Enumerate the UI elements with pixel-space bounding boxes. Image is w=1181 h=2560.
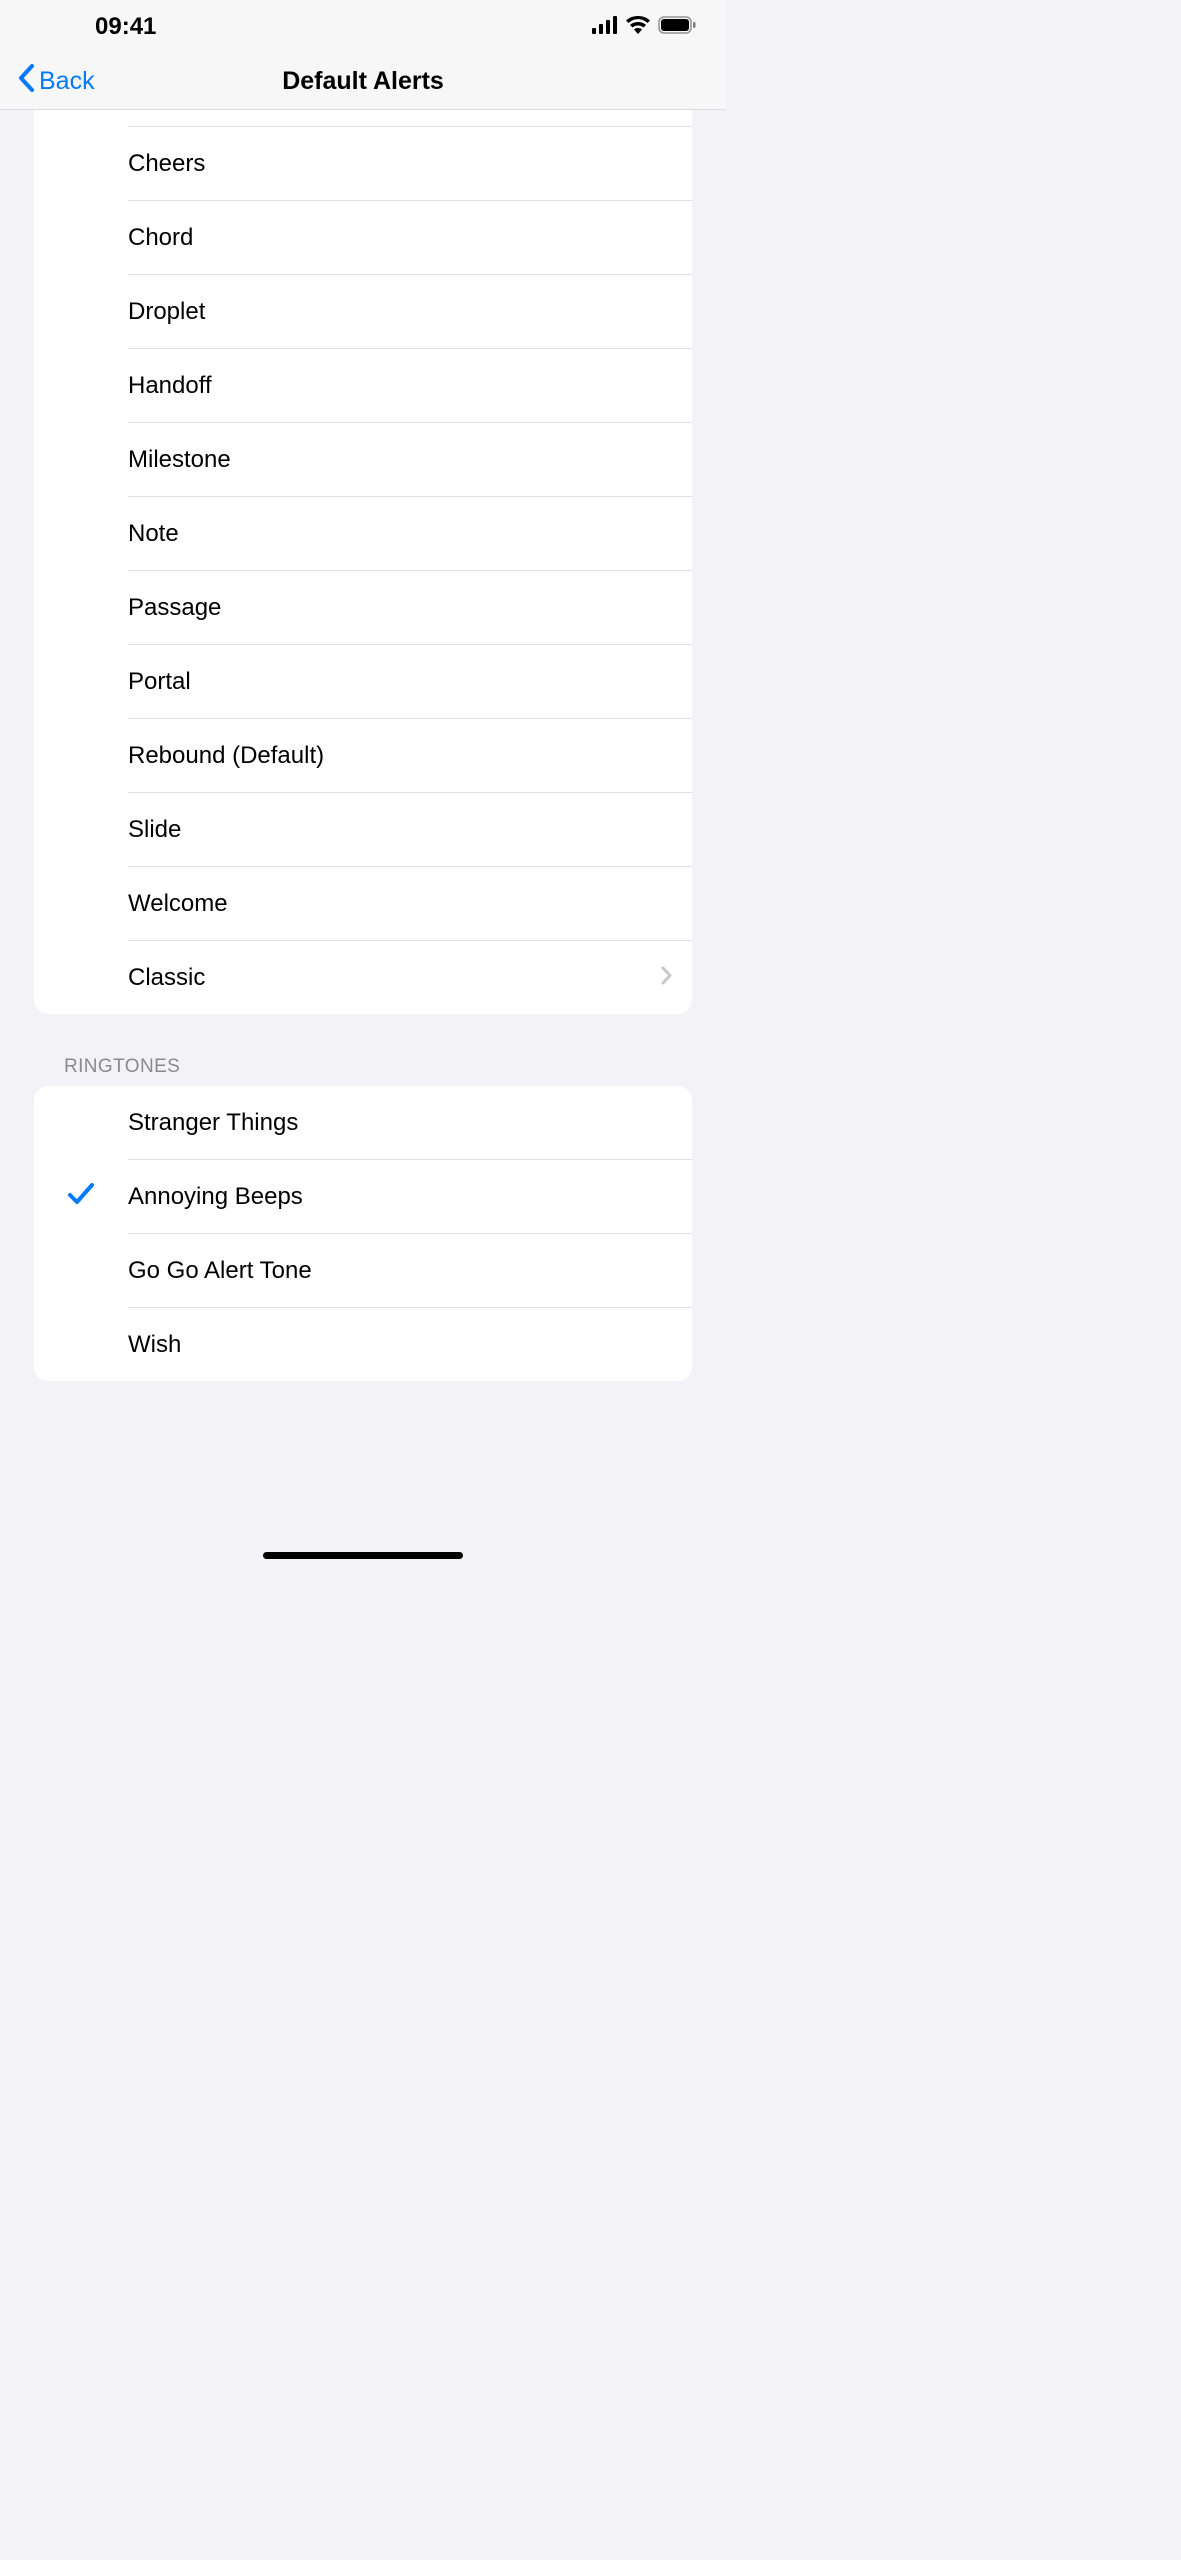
alert-tone-label: Handoff <box>128 372 672 400</box>
ringtone-label: Go Go Alert Tone <box>128 1257 672 1285</box>
alert-tone-label: Cheers <box>128 150 672 178</box>
wifi-icon <box>626 16 650 39</box>
alert-tone-label: Chord <box>128 224 672 252</box>
ringtones-section-header: RINGTONES <box>34 1014 692 1086</box>
classic-item[interactable]: Classic <box>34 941 692 1014</box>
alert-tone-label: Milestone <box>128 446 672 474</box>
alert-tone-label: Classic <box>128 964 661 992</box>
ringtones-group: Stranger Things Annoying Beeps Go Go Ale… <box>34 1086 692 1381</box>
alert-tone-label: Portal <box>128 668 672 696</box>
list-item[interactable]: Welcome <box>34 867 692 940</box>
ringtone-label: Wish <box>128 1331 672 1359</box>
status-time: 09:41 <box>95 13 156 41</box>
list-item[interactable]: Go Go Alert Tone <box>34 1234 692 1307</box>
checkmark-icon <box>67 1182 95 1211</box>
battery-icon <box>658 16 696 39</box>
alert-tone-label: Droplet <box>128 298 672 326</box>
chevron-left-icon <box>18 64 35 99</box>
list-item[interactable]: Handoff <box>34 349 692 422</box>
list-item[interactable]: Slide <box>34 793 692 866</box>
home-indicator[interactable] <box>263 1552 463 1559</box>
list-item[interactable]: Rebound (Default) <box>34 719 692 792</box>
list-item[interactable]: Cheers <box>34 127 692 200</box>
list-item[interactable]: Chord <box>34 201 692 274</box>
status-icons <box>592 16 696 39</box>
list-item[interactable]: Passage <box>34 571 692 644</box>
chevron-right-icon <box>661 966 672 990</box>
alert-tone-label: Passage <box>128 594 672 622</box>
alert-tones-group: Cheers Chord Droplet Handoff Milestone N… <box>34 110 692 1014</box>
alert-tone-label: Welcome <box>128 890 672 918</box>
ringtone-label: Annoying Beeps <box>128 1183 672 1211</box>
alert-tone-label: Rebound (Default) <box>128 742 672 770</box>
alert-tone-label: Slide <box>128 816 672 844</box>
list-item[interactable]: Portal <box>34 645 692 718</box>
list-item-selected[interactable]: Annoying Beeps <box>34 1160 692 1233</box>
list-item[interactable]: Droplet <box>34 275 692 348</box>
list-item-partial[interactable] <box>34 110 692 126</box>
back-button[interactable]: Back <box>18 64 95 99</box>
alert-tone-label: Note <box>128 520 672 548</box>
list-item[interactable]: Wish <box>34 1308 692 1381</box>
status-bar: 09:41 <box>0 0 726 54</box>
ringtone-label: Stranger Things <box>128 1109 672 1137</box>
list-item[interactable]: Milestone <box>34 423 692 496</box>
cellular-icon <box>592 16 618 39</box>
list-item[interactable]: Stranger Things <box>34 1086 692 1159</box>
nav-bar: Back Default Alerts <box>0 54 726 110</box>
back-label: Back <box>39 67 95 96</box>
list-item[interactable]: Note <box>34 497 692 570</box>
page-title: Default Alerts <box>282 67 444 96</box>
